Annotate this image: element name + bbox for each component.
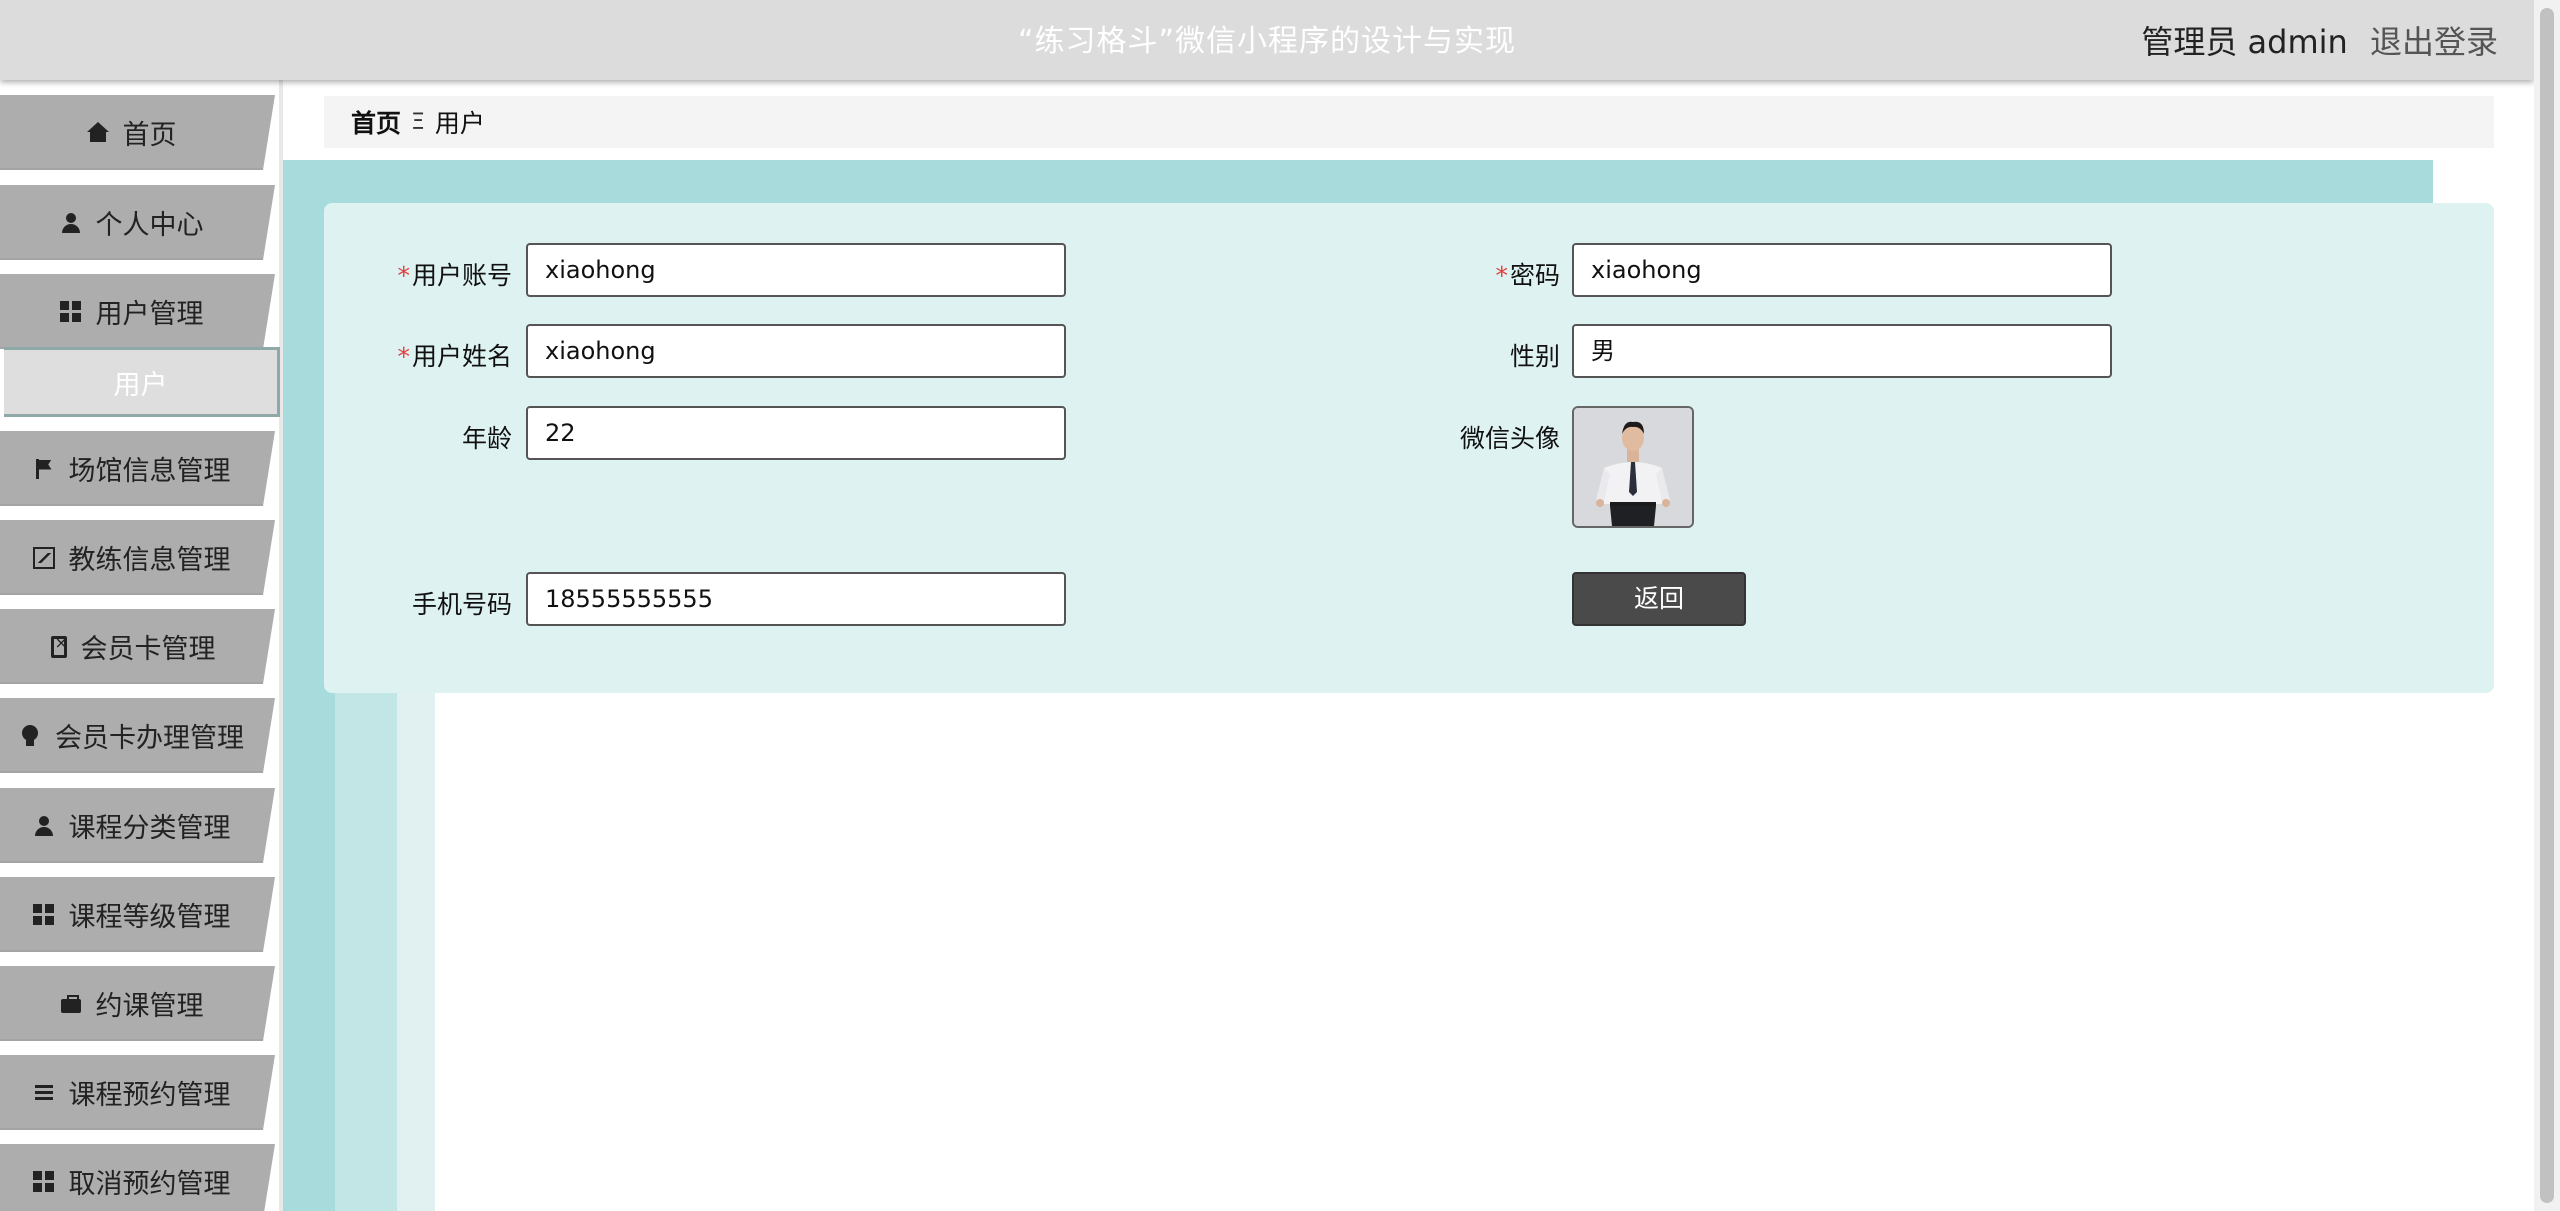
sidebar-item-profile[interactable]: 个人中心	[0, 185, 275, 260]
breadcrumb-current: 用户	[434, 109, 485, 138]
sidebar-item-course-level[interactable]: 课程等级管理	[0, 877, 275, 952]
breadcrumb: 首页 Ξ 用户	[324, 96, 2494, 148]
current-user: 管理员 admin	[2141, 23, 2348, 61]
person-icon	[60, 212, 82, 234]
logout-link[interactable]: 退出登录	[2370, 23, 2498, 61]
sidebar-item-cancel-reservation[interactable]: 取消预约管理	[0, 1144, 275, 1211]
user-area: 管理员 admin 退出登录	[2141, 0, 2498, 80]
back-button[interactable]: 返回	[1572, 572, 1746, 626]
sidebar-item-course-category[interactable]: 课程分类管理	[0, 788, 275, 863]
decor-stripe	[397, 690, 435, 1211]
home-icon	[87, 122, 109, 144]
sidebar-subitem-user[interactable]: 用户	[4, 347, 280, 417]
name-field[interactable]: xiaohong	[526, 324, 1066, 378]
briefcase-icon	[60, 993, 82, 1015]
sidebar-item-label: 课程等级管理	[68, 902, 231, 933]
breadcrumb-home[interactable]: 首页	[351, 104, 401, 140]
sidebar-item-member-card-apply[interactable]: 会员卡办理管理	[0, 698, 275, 773]
sidebar-item-course-reservation[interactable]: 课程预约管理	[0, 1055, 275, 1130]
sidebar-item-home[interactable]: 首页	[0, 95, 275, 170]
person-icon	[33, 815, 55, 837]
age-label: 年龄	[461, 424, 512, 453]
required-mark: *	[1495, 261, 1508, 290]
flag-icon	[33, 458, 55, 480]
page-scrollbar[interactable]	[2534, 0, 2560, 1211]
clipboard-icon	[51, 636, 67, 658]
sidebar-item-label: 场馆信息管理	[68, 456, 231, 487]
grid-icon	[60, 301, 82, 323]
gender-field[interactable]: 男	[1572, 324, 2112, 378]
password-field[interactable]: xiaohong	[1572, 243, 2112, 297]
sidebar-item-label: 课程预约管理	[68, 1080, 231, 1111]
account-field[interactable]: xiaohong	[526, 243, 1066, 297]
sidebar-item-user-management[interactable]: 用户管理	[0, 274, 275, 349]
account-label: *用户账号	[397, 261, 512, 290]
sidebar-item-venue[interactable]: 场馆信息管理	[0, 431, 275, 506]
bulb-icon	[19, 725, 41, 747]
required-mark: *	[397, 342, 410, 371]
scrollbar-thumb[interactable]	[2540, 8, 2554, 1203]
avatar-image[interactable]	[1572, 406, 1694, 528]
sidebar-item-label: 课程分类管理	[68, 813, 231, 844]
required-mark: *	[397, 261, 410, 290]
grid-icon	[33, 1171, 55, 1193]
sidebar-item-label: 约课管理	[95, 991, 204, 1022]
phone-field[interactable]: 18555555555	[526, 572, 1066, 626]
gender-label: 性别	[1509, 342, 1560, 371]
sidebar-item-member-card[interactable]: 会员卡管理	[0, 609, 275, 684]
avatar-label: 微信头像	[1459, 424, 1560, 453]
decor-stripe	[335, 690, 397, 1211]
sidebar-item-label: 会员卡办理管理	[55, 723, 244, 754]
sidebar-item-coach[interactable]: 教练信息管理	[0, 520, 275, 595]
password-label: *密码	[1495, 261, 1560, 290]
sidebar-item-label: 个人中心	[95, 210, 204, 241]
breadcrumb-separator-icon: Ξ	[411, 109, 425, 135]
person-photo-icon	[1574, 408, 1692, 526]
list-icon	[33, 1082, 55, 1104]
sidebar-item-label: 教练信息管理	[68, 545, 231, 576]
grid-icon	[33, 904, 55, 926]
name-label: *用户姓名	[397, 342, 512, 371]
sidebar-item-label: 取消预约管理	[68, 1169, 231, 1200]
age-field[interactable]: 22	[526, 406, 1066, 460]
phone-label: 手机号码	[411, 590, 512, 619]
top-header: “练习格斗”微信小程序的设计与实现 管理员 admin 退出登录	[0, 0, 2534, 80]
sidebar-item-label: 会员卡管理	[80, 634, 216, 665]
sidebar-item-booking[interactable]: 约课管理	[0, 966, 275, 1041]
sidebar-item-label: 用户管理	[95, 299, 204, 330]
chart-icon	[33, 547, 55, 569]
content-blank-area	[435, 690, 2534, 1211]
sidebar-item-label: 首页	[122, 120, 177, 151]
